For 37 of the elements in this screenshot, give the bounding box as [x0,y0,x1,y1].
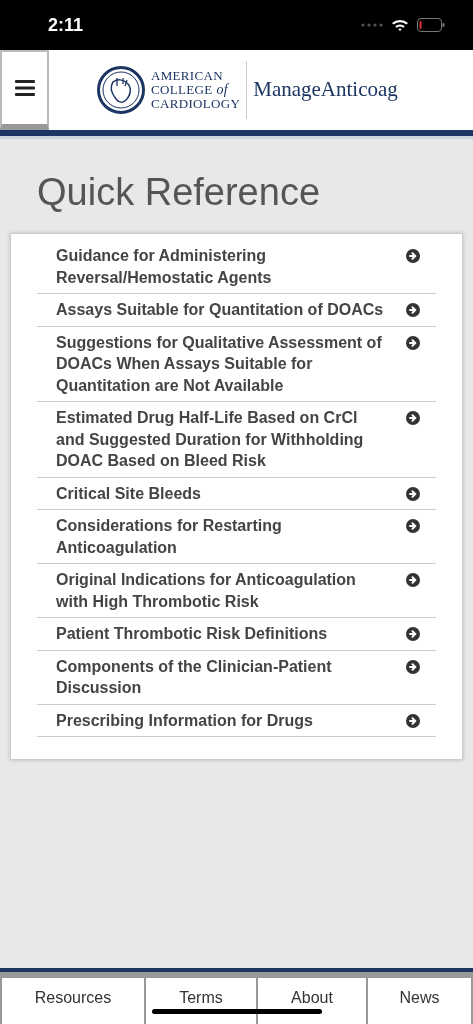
heart-seal-icon [97,66,145,114]
battery-icon [417,18,445,32]
page-title: Quick Reference [37,170,321,215]
arrow-circle-icon [406,411,420,425]
menu-icon [14,80,35,96]
reference-link[interactable]: Assays Suitable for Quantitation of DOACs [56,299,386,321]
signal-icon [361,23,383,27]
reference-link[interactable]: Estimated Drug Half-Life Based on CrCl and Suggested Duration for Withholding DOAC Based on Bleed Risk [56,407,386,472]
arrow-circle-icon [406,303,420,317]
arrow-circle-icon [406,627,420,641]
arrow-circle-icon [406,486,420,501]
footer-tab[interactable]: News [368,978,471,1024]
reference-link[interactable]: Original Indications for Anticoagulation with High Thrombotic Risk [56,569,386,612]
reference-link[interactable]: Prescribing Information for Drugs [56,709,386,731]
arrow-circle-icon [406,335,420,350]
arrow-circle-icon [406,519,420,533]
wifi-icon [391,18,409,32]
logo-text: of [216,83,229,97]
footer-tab[interactable]: Resources [2,978,144,1024]
app-name: ManageAnticoag [253,76,398,104]
footer-tab[interactable]: About [258,978,366,1024]
footer-tab[interactable]: Terms [146,978,256,1024]
menu-button[interactable] [0,50,49,130]
status-time: 2:11 [48,13,84,37]
arrow-circle-icon [406,249,420,263]
reference-link[interactable]: Considerations for Restarting Anticoagulation [56,515,386,558]
logo-text: CARDIOLOGY [151,97,241,111]
reference-link[interactable]: Critical Site Bleeds [56,482,386,504]
arrow-circle-icon [406,659,420,674]
logo-text: COLLEGE [151,83,213,97]
arrow-circle-icon [406,573,420,587]
reference-link[interactable]: Components of the Clinician-Patient Discussion [56,655,386,699]
reference-link[interactable]: Patient Thrombotic Risk Definitions [56,623,386,645]
logo-text: AMERICAN [151,69,224,83]
reference-link[interactable]: Guidance for Administering Reversal/Hemostatic Agents [56,245,386,288]
reference-link[interactable]: Suggestions for Qualitative Assessment of DOACs When Assays Suitable for Quantitation are Not Available [56,331,386,396]
arrow-circle-icon [406,713,420,728]
